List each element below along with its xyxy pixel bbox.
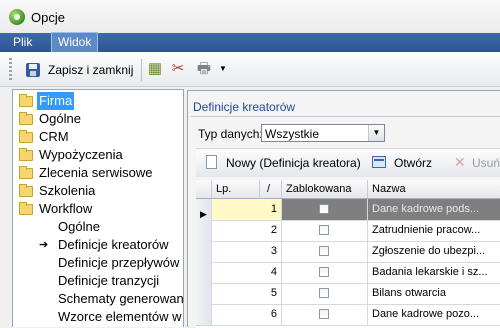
row-header[interactable]: [196, 304, 212, 325]
tree-item-label: Definicje tranzycji: [58, 273, 160, 288]
definitions-panel: Definicje kreatorów Typ danych: Wszystki…: [187, 90, 500, 328]
current-item-arrow-icon: ➔: [39, 239, 49, 251]
tree-item-label: Schematy generowania: [58, 291, 184, 306]
row-header[interactable]: [196, 262, 212, 283]
locked-checkbox[interactable]: [319, 246, 329, 256]
locked-checkbox[interactable]: [319, 267, 329, 277]
table-row[interactable]: 2 Zatrudnienie pracow...: [196, 220, 500, 242]
toolbar-separator: [141, 59, 142, 81]
menu-plik[interactable]: Plik: [7, 33, 38, 52]
row-header[interactable]: [196, 241, 212, 262]
cell-lp[interactable]: 4: [212, 262, 282, 283]
title-bar: Opcje: [0, 0, 500, 33]
locked-checkbox[interactable]: [319, 309, 329, 319]
new-document-icon[interactable]: [206, 155, 217, 169]
table-row[interactable]: 5 Bilans otwarcia: [196, 283, 500, 305]
cell-zablokowana: [282, 220, 368, 241]
grid-settings-icon[interactable]: ▦: [146, 60, 164, 78]
grid-toolbar: Nowy (Definicja kreatora) Otwórz ✕ Usuń: [196, 148, 500, 177]
open-button[interactable]: Otwórz: [394, 156, 432, 170]
row-header-corner: [196, 180, 212, 198]
table-row[interactable]: 3 Zgłoszenie do ubezpi...: [196, 241, 500, 263]
tree-item-label: Ogólne: [58, 219, 100, 234]
print-icon[interactable]: 🖶: [195, 60, 213, 78]
table-row[interactable]: 4 Badania lekarskie i sz...: [196, 262, 500, 284]
folder-icon: [19, 94, 33, 107]
cell-nazwa[interactable]: Badania lekarskie i sz...: [368, 262, 500, 283]
toolbar: Zapisz i zamknij ▦ ✂ 🖶 ▼: [0, 52, 500, 87]
cell-zablokowana: [282, 283, 368, 304]
options-tree: Firma Ogólne CRM Wypożyczenia Zlecenia s…: [12, 89, 184, 327]
cell-zablokowana: [282, 199, 368, 220]
tree-item-label: Szkolenia: [39, 183, 96, 198]
data-type-value: Wszystkie: [265, 127, 319, 141]
print-dropdown-arrow-icon[interactable]: ▼: [214, 60, 232, 78]
cell-nazwa[interactable]: Dane kadrowe pods...: [368, 199, 500, 220]
cell-zablokowana: [282, 304, 368, 325]
chevron-down-icon[interactable]: ▼: [368, 125, 384, 141]
sort-indicator[interactable]: /: [260, 180, 282, 198]
folder-icon: [19, 148, 33, 161]
tree-item-label: Zlecenia serwisowe: [39, 165, 153, 180]
row-header[interactable]: ▶: [196, 199, 212, 220]
column-header-nazwa[interactable]: Nazwa: [368, 180, 500, 198]
open-folder-icon: [19, 202, 33, 215]
locked-checkbox[interactable]: [319, 225, 329, 235]
divider: [191, 116, 500, 117]
panel-title: Definicje kreatorów: [193, 100, 296, 114]
toolbar-grip[interactable]: [9, 58, 12, 80]
cell-zablokowana: [282, 262, 368, 283]
grid-header: Lp. / Zablokowana Nazwa: [196, 180, 500, 199]
cell-nazwa[interactable]: Bilans otwarcia: [368, 283, 500, 304]
cell-lp[interactable]: 6: [212, 304, 282, 325]
folder-icon: [19, 184, 33, 197]
open-icon[interactable]: [372, 156, 386, 168]
new-definition-button[interactable]: Nowy (Definicja kreatora): [226, 156, 361, 170]
tools-icon[interactable]: ✂: [169, 60, 187, 78]
table-row[interactable]: 6 Dane kadrowe pozo...: [196, 304, 500, 326]
cell-lp[interactable]: 5: [212, 283, 282, 304]
window-title: Opcje: [31, 10, 65, 25]
tree-item-label: Wzorce elementów w: [58, 309, 182, 324]
app-icon: [9, 9, 25, 25]
data-type-select[interactable]: Wszystkie ▼: [261, 124, 385, 142]
tree-item-label: Definicje kreatorów: [58, 237, 169, 252]
folder-icon: [19, 166, 33, 179]
cell-lp[interactable]: 3: [212, 241, 282, 262]
cell-lp[interactable]: 1: [212, 199, 282, 220]
cell-zablokowana: [282, 241, 368, 262]
column-header-zablokowana[interactable]: Zablokowana: [282, 180, 368, 198]
column-header-lp[interactable]: Lp.: [212, 180, 260, 198]
row-header[interactable]: [196, 220, 212, 241]
data-type-label: Typ danych:: [198, 127, 263, 141]
delete-button[interactable]: Usuń: [472, 156, 500, 170]
folder-icon: [19, 112, 33, 125]
cell-nazwa[interactable]: Zgłoszenie do ubezpi...: [368, 241, 500, 262]
cell-lp[interactable]: 2: [212, 220, 282, 241]
delete-icon[interactable]: ✕: [454, 154, 466, 171]
table-row[interactable]: ▶ 1 Dane kadrowe pods...: [196, 199, 500, 221]
current-row-icon: ▶: [200, 209, 207, 219]
row-header[interactable]: [196, 283, 212, 304]
menu-widok[interactable]: Widok: [50, 32, 99, 53]
tree-item-label: CRM: [39, 129, 69, 144]
cell-nazwa[interactable]: Zatrudnienie pracow...: [368, 220, 500, 241]
save-and-close-button[interactable]: Zapisz i zamknij: [48, 63, 133, 77]
tree-item-label: Firma: [37, 92, 75, 110]
tree-item-label: Definicje przepływów: [58, 255, 180, 270]
save-icon[interactable]: [26, 63, 40, 77]
folder-icon: [19, 130, 33, 143]
tree-item-label: Workflow: [39, 201, 93, 216]
tree-item-label: Ogólne: [39, 111, 81, 126]
locked-checkbox[interactable]: [319, 204, 329, 214]
cell-nazwa[interactable]: Dane kadrowe pozo...: [368, 304, 500, 325]
definitions-grid: Lp. / Zablokowana Nazwa ▶ 1 Dane kadrowe…: [196, 180, 500, 328]
tree-item-label: Wypożyczenia: [39, 147, 123, 162]
locked-checkbox[interactable]: [319, 288, 329, 298]
menu-bar: Plik Widok: [0, 32, 500, 53]
